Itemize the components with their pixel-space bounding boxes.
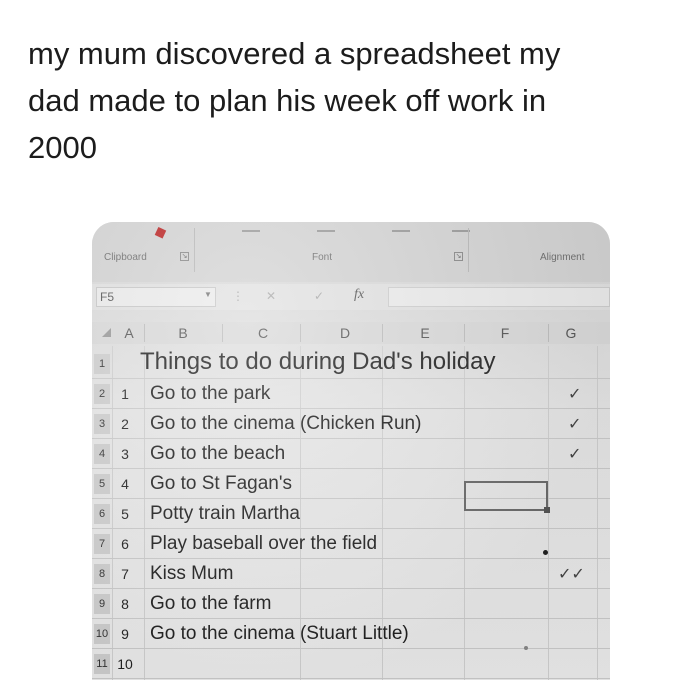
cell-grid[interactable]: 1 Things to do during Dad's holiday 2 1 … xyxy=(92,346,610,680)
column-header-g[interactable]: G xyxy=(564,325,578,341)
item-number-cell[interactable]: 7 xyxy=(116,566,134,582)
ribbon-separator xyxy=(194,228,195,272)
column-header-d[interactable]: D xyxy=(338,325,352,341)
row-header[interactable]: 11 xyxy=(94,654,110,674)
smudge-mark xyxy=(524,646,528,650)
row-header[interactable]: 6 xyxy=(94,504,110,524)
grid-line xyxy=(597,346,598,680)
column-separator xyxy=(382,324,383,342)
fx-icon[interactable]: fx xyxy=(354,287,364,303)
grid-line xyxy=(92,678,610,679)
column-separator xyxy=(548,324,549,342)
item-number-cell[interactable]: 3 xyxy=(116,446,134,462)
grid-line xyxy=(92,558,610,559)
column-headers: A B C D E F G xyxy=(92,322,610,344)
alignment-group-label: Alignment xyxy=(540,252,585,263)
bullet-dot xyxy=(543,550,548,555)
selected-cell-f5[interactable] xyxy=(464,481,548,511)
grid-line xyxy=(92,528,610,529)
item-number-cell[interactable]: 6 xyxy=(116,536,134,552)
grid-line xyxy=(92,648,610,649)
font-group-label: Font xyxy=(312,252,333,263)
task-cell[interactable]: Go to the beach xyxy=(150,443,285,465)
row-header[interactable]: 8 xyxy=(94,564,110,584)
task-cell[interactable]: Potty train Martha xyxy=(150,503,300,525)
item-number-cell[interactable]: 1 xyxy=(116,386,134,402)
cancel-icon[interactable]: ✕ xyxy=(266,289,276,303)
spreadsheet-photo: ◆ Clipboard ↘ Font ↘ Alignment F5 ▼ ⋮ ✕ … xyxy=(92,222,610,680)
font-launcher-icon[interactable]: ↘ xyxy=(454,252,463,261)
column-separator xyxy=(222,324,223,342)
grid-line xyxy=(464,346,465,680)
select-all-corner[interactable] xyxy=(102,328,111,337)
item-number-cell[interactable]: 9 xyxy=(116,626,134,642)
task-cell[interactable]: Play baseball over the field xyxy=(150,533,377,555)
double-checkmark-icon: ✓✓ xyxy=(558,566,585,583)
ribbon-divider xyxy=(317,230,335,232)
task-cell[interactable]: Go to the cinema (Stuart Little) xyxy=(150,623,409,645)
ribbon-divider xyxy=(392,230,410,232)
grid-line xyxy=(92,468,610,469)
formula-input[interactable] xyxy=(388,287,610,307)
column-header-a[interactable]: A xyxy=(122,325,136,341)
task-cell[interactable]: Go to the cinema (Chicken Run) xyxy=(150,413,421,435)
item-number-cell[interactable]: 2 xyxy=(116,416,134,432)
column-header-f[interactable]: F xyxy=(498,325,512,341)
column-separator xyxy=(464,324,465,342)
grid-line xyxy=(92,378,610,379)
clipboard-launcher-icon[interactable]: ↘ xyxy=(180,252,189,261)
row-header[interactable]: 7 xyxy=(94,534,110,554)
grid-line xyxy=(112,346,113,680)
grid-line xyxy=(92,438,610,439)
row-header[interactable]: 4 xyxy=(94,444,110,464)
ribbon-divider xyxy=(242,230,260,232)
item-number-cell[interactable]: 5 xyxy=(116,506,134,522)
task-cell[interactable]: Kiss Mum xyxy=(150,563,233,585)
task-cell[interactable]: Go to St Fagan's xyxy=(150,473,292,495)
column-separator xyxy=(300,324,301,342)
column-header-e[interactable]: E xyxy=(418,325,432,341)
grid-line xyxy=(144,346,145,680)
ribbon-separator xyxy=(468,228,469,272)
enter-icon[interactable]: ✓ xyxy=(314,289,324,303)
more-icon: ⋮ xyxy=(232,289,244,303)
row-header[interactable]: 10 xyxy=(94,624,110,644)
checkmark-icon: ✓ xyxy=(568,386,582,403)
fill-handle[interactable] xyxy=(544,507,550,513)
formula-bar: F5 ▼ ⋮ ✕ ✓ fx xyxy=(92,284,610,310)
checkmark-icon: ✓ xyxy=(568,416,582,433)
sheet-title-cell[interactable]: Things to do during Dad's holiday xyxy=(140,348,495,376)
column-header-b[interactable]: B xyxy=(176,325,190,341)
row-header[interactable]: 9 xyxy=(94,594,110,614)
checkmark-icon: ✓ xyxy=(568,446,582,463)
row-header[interactable]: 3 xyxy=(94,414,110,434)
item-number-cell[interactable]: 8 xyxy=(116,596,134,612)
row-header[interactable]: 1 xyxy=(94,354,110,374)
grid-line xyxy=(548,346,549,680)
item-number-cell[interactable]: 4 xyxy=(116,476,134,492)
clipboard-group-label: Clipboard xyxy=(104,252,147,263)
name-box[interactable]: F5 xyxy=(96,287,216,307)
grid-line xyxy=(92,588,610,589)
ribbon-icon: ◆ xyxy=(151,222,170,243)
ribbon: ◆ Clipboard ↘ Font ↘ Alignment xyxy=(92,222,610,282)
column-separator xyxy=(144,324,145,342)
task-cell[interactable]: Go to the farm xyxy=(150,593,271,615)
grid-line xyxy=(92,408,610,409)
task-cell[interactable]: Go to the park xyxy=(150,383,270,405)
grid-line xyxy=(92,618,610,619)
row-header[interactable]: 5 xyxy=(94,474,110,494)
chevron-down-icon[interactable]: ▼ xyxy=(204,290,212,299)
row-header[interactable]: 2 xyxy=(94,384,110,404)
item-number-cell[interactable]: 10 xyxy=(116,656,134,672)
column-header-c[interactable]: C xyxy=(256,325,270,341)
post-caption: my mum discovered a spreadsheet my dad m… xyxy=(28,36,561,165)
